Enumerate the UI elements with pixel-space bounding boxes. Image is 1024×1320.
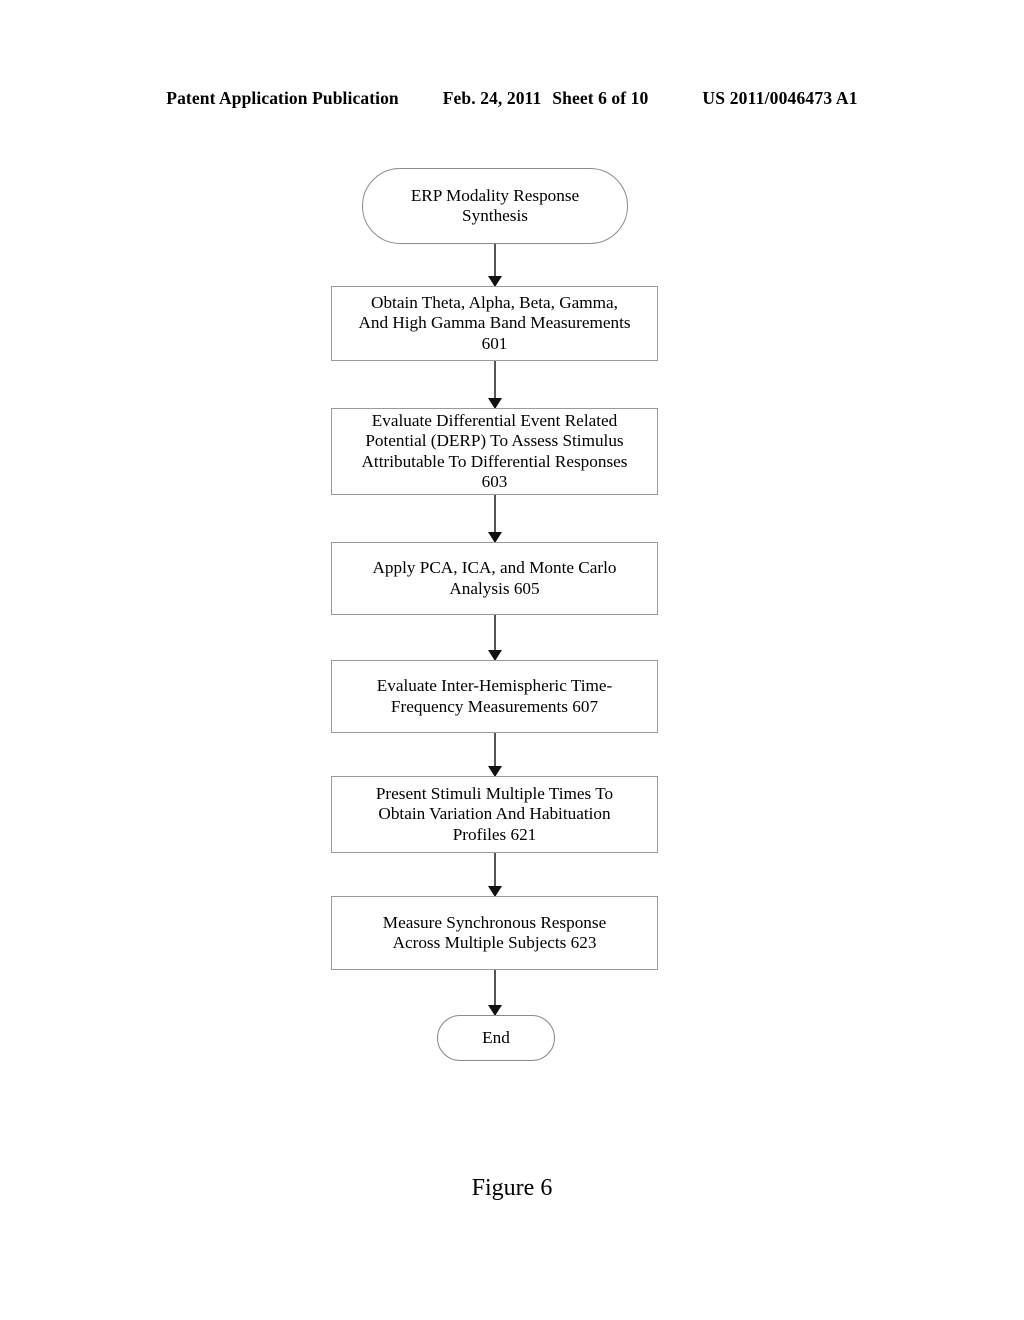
flow-node-621-label: Present Stimuli Multiple Times To Obtain… bbox=[375, 783, 614, 844]
connector-621-to-623 bbox=[488, 853, 502, 897]
flow-node-623-label: Measure Synchronous Response Across Mult… bbox=[382, 912, 607, 953]
connector-603-to-605 bbox=[488, 495, 502, 543]
flow-node-601: Obtain Theta, Alpha, Beta, Gamma, And Hi… bbox=[331, 286, 658, 361]
connector-601-to-603 bbox=[488, 361, 502, 409]
flow-node-605-label: Apply PCA, ICA, and Monte Carlo Analysis… bbox=[372, 558, 617, 598]
flow-node-603-label: Evaluate Differential Event Related Pote… bbox=[361, 410, 628, 492]
flow-node-607: Evaluate Inter-Hemispheric Time- Frequen… bbox=[331, 660, 658, 733]
flowchart-diagram: ERP Modality Response Synthesis Obtain T… bbox=[0, 0, 1024, 1320]
flow-node-end-label: End bbox=[482, 1027, 510, 1047]
connector-start-to-601 bbox=[488, 244, 502, 287]
flow-node-605: Apply PCA, ICA, and Monte Carlo Analysis… bbox=[331, 542, 658, 615]
flow-node-607-label: Evaluate Inter-Hemispheric Time- Frequen… bbox=[376, 676, 613, 716]
flow-node-603: Evaluate Differential Event Related Pote… bbox=[331, 408, 658, 495]
flow-node-start-label: ERP Modality Response Synthesis bbox=[410, 185, 580, 226]
flow-node-end: End bbox=[437, 1015, 555, 1061]
flow-node-621: Present Stimuli Multiple Times To Obtain… bbox=[331, 776, 658, 853]
flow-node-start: ERP Modality Response Synthesis bbox=[362, 168, 628, 244]
connector-607-to-621 bbox=[488, 733, 502, 777]
flow-node-601-label: Obtain Theta, Alpha, Beta, Gamma, And Hi… bbox=[358, 292, 631, 353]
flow-node-623: Measure Synchronous Response Across Mult… bbox=[331, 896, 658, 970]
connector-623-to-end bbox=[488, 970, 502, 1016]
connector-605-to-607 bbox=[488, 615, 502, 661]
figure-caption: Figure 6 bbox=[471, 1175, 553, 1201]
